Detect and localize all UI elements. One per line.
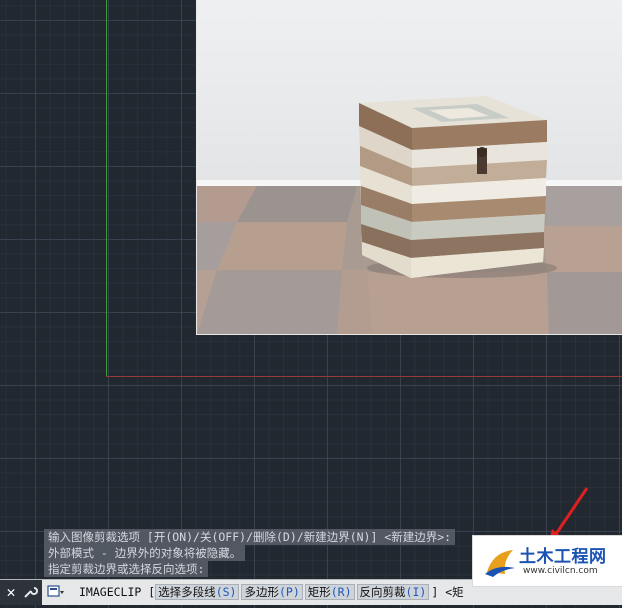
wrench-icon[interactable] xyxy=(22,584,38,600)
history-line-2: 外部模式 - 边界外的对象将被隐藏。 xyxy=(44,545,246,561)
command-prompt[interactable]: IMAGECLIP [选择多段线(S) 多边形(P) 矩形(R) 反向剪裁(I)] <… xyxy=(79,584,464,600)
command-line-controls: ✕ xyxy=(0,580,42,605)
crate-slats xyxy=(359,103,547,278)
history-line-3: 指定剪裁边界或选择反向选项: xyxy=(44,561,209,577)
ucs-y-axis xyxy=(106,0,107,376)
option-select-polyline[interactable]: 选择多段线(S) xyxy=(155,584,240,600)
raster-image[interactable] xyxy=(196,0,622,335)
command-history: 输入图像剪裁选项 [开(ON)/关(OFF)/删除(D)/新建边界(N)] <新… xyxy=(44,529,512,577)
command-name: IMAGECLIP xyxy=(79,585,142,599)
history-line-1: 输入图像剪裁选项 [开(ON)/关(OFF)/删除(D)/新建边界(N)] <新… xyxy=(44,529,456,545)
site-watermark: 土木工程网 www.civilcn.com xyxy=(472,535,622,587)
option-rectangle[interactable]: 矩形(R) xyxy=(304,584,355,600)
ucs-x-axis xyxy=(106,376,622,377)
logo-icon xyxy=(485,550,515,577)
close-icon[interactable]: ✕ xyxy=(3,583,19,601)
watermark-url: www.civilcn.com xyxy=(523,566,598,576)
option-invert-clip[interactable]: 反向剪裁(I) xyxy=(356,584,430,600)
crate-photo xyxy=(197,0,622,334)
option-polygon[interactable]: 多边形(P) xyxy=(241,584,303,600)
watermark-title: 土木工程网 xyxy=(519,547,607,567)
command-prompt-icon[interactable] xyxy=(47,584,65,600)
